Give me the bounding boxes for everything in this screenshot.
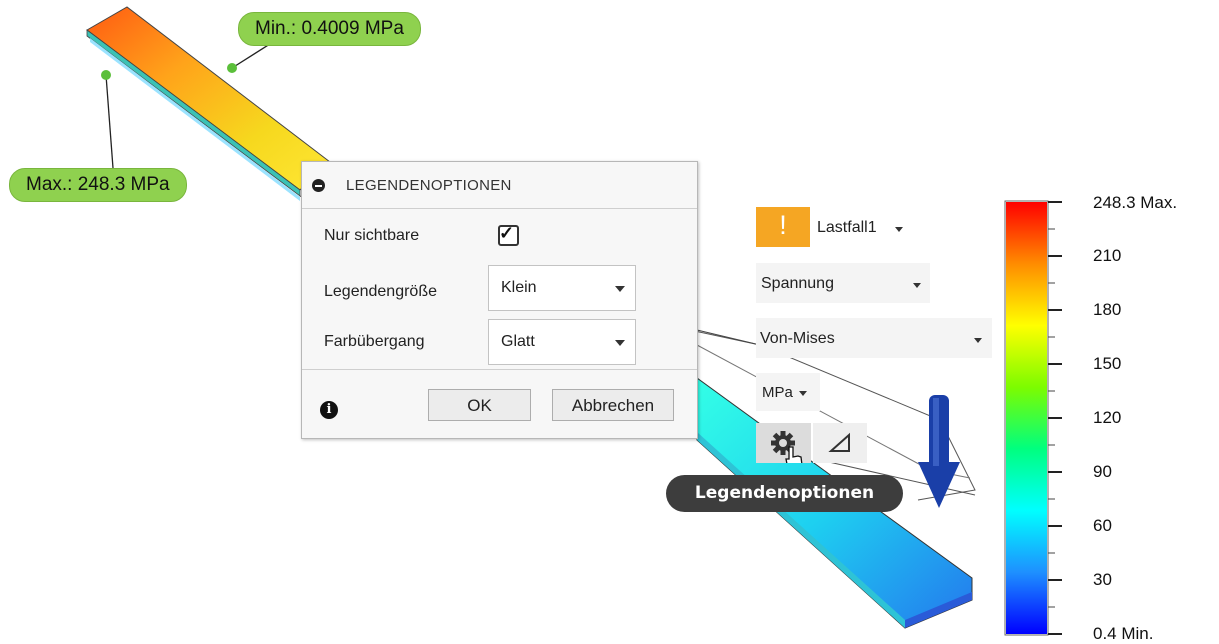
- legend-tick-label: 210: [1093, 246, 1122, 265]
- legend-tick-label: 120: [1093, 408, 1122, 427]
- legend-size-label: Legendengröße: [324, 283, 437, 300]
- dialog-header: LEGENDENOPTIONEN: [302, 162, 697, 209]
- legend-tick-label: 60: [1093, 516, 1112, 535]
- ok-button[interactable]: OK: [428, 389, 531, 421]
- color-transition-value: Glatt: [501, 333, 535, 350]
- legend-options-tooltip: Legendenoptionen: [666, 475, 903, 512]
- result-type-value: Spannung: [761, 275, 834, 292]
- info-icon[interactable]: i: [320, 401, 338, 419]
- legend-tick-label: 90: [1093, 462, 1112, 481]
- unit-caret-icon: [799, 391, 807, 396]
- only-visible-checkbox[interactable]: ✓: [498, 223, 519, 246]
- max-stress-callout: Max.: 248.3 MPa: [9, 168, 187, 202]
- legend-options-dialog: LEGENDENOPTIONEN Nur sichtbare ✓ Legende…: [301, 161, 698, 439]
- load-case-caret-icon: [895, 227, 903, 232]
- component-value: Von-Mises: [760, 330, 835, 347]
- legend-max-label: 248.3 Max.: [1093, 193, 1178, 212]
- gear-icon: [771, 431, 803, 472]
- chevron-down-icon: [615, 340, 625, 346]
- probe-button[interactable]: [813, 423, 867, 463]
- warning-button[interactable]: !: [756, 207, 810, 247]
- hand-cursor-icon: [785, 446, 803, 472]
- dialog-title: LEGENDENOPTIONEN: [346, 177, 512, 194]
- min-stress-callout: Min.: 0.4009 MPa: [238, 12, 421, 46]
- load-case-select[interactable]: Lastfall1: [817, 219, 877, 237]
- dialog-footer: i OK Abbrechen: [302, 369, 697, 439]
- legend-min-label: 0.4 Min.: [1093, 624, 1154, 643]
- legend-tick-label: 180: [1093, 300, 1122, 319]
- result-type-caret-icon: [913, 283, 921, 288]
- check-icon: ✓: [499, 223, 515, 243]
- triangle-icon: [828, 432, 850, 452]
- cancel-button[interactable]: Abbrechen: [552, 389, 674, 421]
- component-caret-icon: [974, 338, 982, 343]
- legend-options-button[interactable]: [756, 423, 811, 472]
- color-transition-select[interactable]: Glatt: [488, 319, 636, 365]
- color-transition-label: Farbübergang: [324, 333, 425, 350]
- legend-size-select[interactable]: Klein: [488, 265, 636, 311]
- chevron-down-icon: [615, 286, 625, 292]
- legend-tick-label: 150: [1093, 354, 1122, 373]
- load-arrow: [918, 395, 960, 508]
- only-visible-label: Nur sichtbare: [324, 227, 420, 244]
- unit-value: MPa: [762, 384, 793, 401]
- exclamation-icon: !: [779, 210, 787, 240]
- legend-size-value: Klein: [501, 279, 537, 296]
- collapse-icon[interactable]: [312, 179, 325, 192]
- legend-tick-label: 30: [1093, 570, 1112, 589]
- color-legend-bar: [1004, 200, 1062, 636]
